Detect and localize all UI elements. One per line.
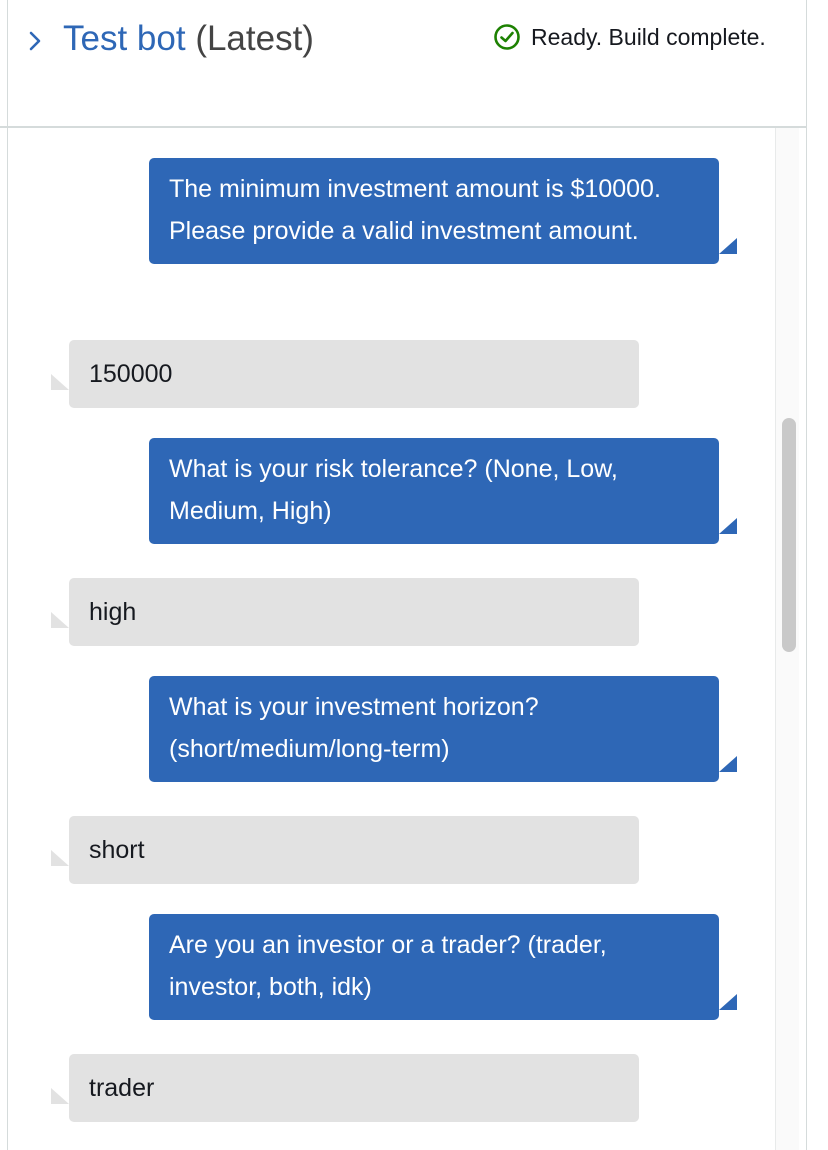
scrollbar-thumb[interactable] <box>782 418 796 652</box>
bot-message: The minimum investment amount is $10000.… <box>149 158 737 264</box>
user-message: 150000 <box>51 340 639 408</box>
user-message: short <box>51 816 639 884</box>
message-text: The minimum investment amount is $10000.… <box>169 175 661 245</box>
message-text: 150000 <box>89 360 173 388</box>
message-text: What is your risk tolerance? (None, Low,… <box>169 455 618 525</box>
bot-message: Are you an investor or a trader? (trader… <box>149 914 737 1020</box>
chat-conversation[interactable]: The minimum investment amount is $10000.… <box>8 128 783 1150</box>
test-bot-link[interactable]: Test bot <box>63 19 186 58</box>
status-text: Ready. Build complete. <box>531 23 766 50</box>
version-label: (Latest) <box>195 19 314 58</box>
divider <box>0 126 8 128</box>
check-circle-icon <box>494 24 520 50</box>
bot-message: What is your investment horizon? (short/… <box>149 676 737 782</box>
message-text: Are you an investor or a trader? (trader… <box>169 931 607 1001</box>
panel-title: Test bot (Latest) <box>63 18 314 60</box>
panel-header: Test bot (Latest) Ready. Build complete. <box>8 0 806 128</box>
message-text: What is your investment horizon? (short/… <box>169 693 539 763</box>
build-status: Ready. Build complete. <box>493 22 766 52</box>
user-message: trader <box>51 1054 639 1122</box>
message-text: high <box>89 598 137 626</box>
bot-message: What is your risk tolerance? (None, Low,… <box>149 438 737 544</box>
chevron-right-icon[interactable] <box>22 28 48 54</box>
user-message: high <box>51 578 639 646</box>
message-text: trader <box>89 1074 155 1102</box>
test-bot-panel: Test bot (Latest) Ready. Build complete.… <box>7 0 807 1150</box>
message-text: short <box>89 836 145 864</box>
